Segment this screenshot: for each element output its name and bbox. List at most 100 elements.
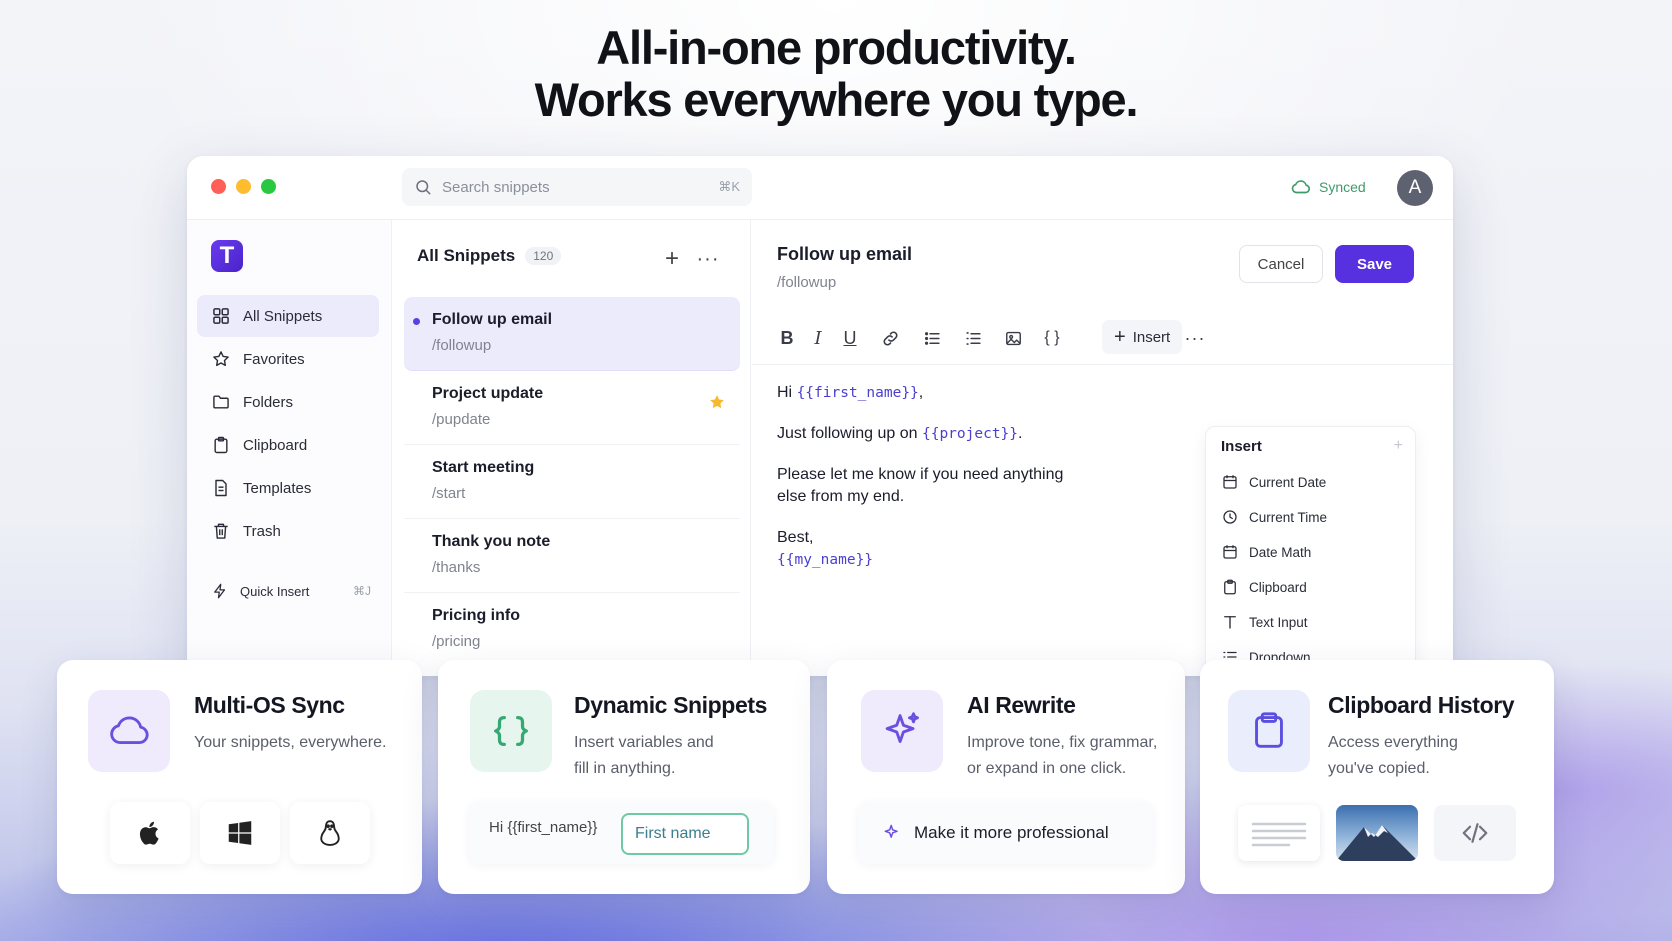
- numbered-list-icon: [965, 331, 981, 345]
- feature-description: Access everything you've copied.: [1328, 734, 1458, 777]
- editor-body[interactable]: Hi {{first_name}}, Just following up on …: [777, 382, 1167, 590]
- save-button[interactable]: Save: [1335, 245, 1414, 283]
- bullet-list-button[interactable]: [917, 323, 947, 353]
- snippet-editor: Follow up email /followup Cancel Save B …: [752, 220, 1453, 676]
- feature-description: Insert variables and fill in anything.: [574, 734, 714, 777]
- sidebar-item-templates[interactable]: Templates: [197, 467, 379, 509]
- sidebar-item-label: Folders: [243, 393, 294, 411]
- sidebar-item-clipboard[interactable]: Clipboard: [197, 424, 379, 466]
- list-item[interactable]: Project update /pupdate: [404, 371, 740, 445]
- list-item[interactable]: Thank you note /thanks: [404, 519, 740, 593]
- text-icon: [1224, 616, 1236, 629]
- title-bar: Search snippets ⌘K Synced A: [187, 156, 1453, 220]
- first-name-input[interactable]: First name: [621, 813, 749, 855]
- sidebar-item-label: Trash: [243, 522, 281, 540]
- folder-icon: [213, 395, 229, 409]
- quick-insert-label: Quick Insert: [240, 583, 310, 599]
- sidebar-item-label: All Snippets: [243, 307, 323, 325]
- image-icon: [1005, 331, 1021, 345]
- snippet-list: All Snippets 120 + ··· Follow up email /…: [393, 220, 751, 676]
- clipboard-icon: [1224, 579, 1236, 595]
- clock-icon: [1223, 510, 1237, 524]
- feature-icon-box: [88, 690, 170, 772]
- snippet-name: Project update: [432, 385, 544, 402]
- clipboard-text-thumbnail[interactable]: [1238, 805, 1320, 861]
- sync-status[interactable]: Synced: [1290, 176, 1366, 198]
- cloud-icon: [1291, 180, 1311, 194]
- insert-option-text-input[interactable]: Text Input: [1221, 613, 1308, 631]
- list-item[interactable]: Follow up email /followup: [404, 297, 740, 371]
- snippet-count-badge: 120: [525, 247, 562, 265]
- list-more-button[interactable]: ···: [693, 244, 723, 274]
- active-indicator: [413, 318, 420, 325]
- code-icon: [1462, 823, 1488, 843]
- snippet-name: Thank you note: [432, 533, 551, 550]
- minimize-window-button[interactable]: [236, 179, 251, 194]
- body-line-signoff: Best, {{my_name}}: [777, 529, 874, 568]
- cancel-button[interactable]: Cancel: [1239, 245, 1323, 283]
- clipboard-code-thumbnail[interactable]: [1434, 805, 1516, 861]
- rewrite-suggestion-button[interactable]: Make it more professional: [858, 802, 1153, 864]
- mountain-image-icon: [1336, 825, 1418, 861]
- avatar[interactable]: A: [1397, 170, 1433, 206]
- rewrite-suggestion-label: Make it more professional: [914, 823, 1109, 842]
- snippet-items: Follow up email /followup Project update…: [404, 297, 752, 667]
- code-button[interactable]: { }: [1037, 323, 1067, 353]
- clipboard-image-thumbnail[interactable]: [1336, 805, 1418, 861]
- feature-icon-box: [470, 690, 552, 772]
- variable-token[interactable]: {{project}}: [922, 426, 1018, 442]
- insert-button[interactable]: + Insert: [1102, 320, 1183, 354]
- headline-line-2: Works everywhere you type.: [534, 73, 1139, 126]
- insert-option-current-date[interactable]: Current Date: [1221, 473, 1326, 491]
- feature-card-dynamic-snippets: Dynamic Snippets Insert variables and fil…: [438, 660, 810, 894]
- sidebar: T All Snippets Favorites Folders Clipboa…: [187, 220, 392, 676]
- sidebar-item-folders[interactable]: Folders: [197, 381, 379, 423]
- bold-button[interactable]: B: [772, 323, 802, 353]
- sidebar-item-trash[interactable]: Trash: [197, 510, 379, 552]
- image-button[interactable]: [998, 323, 1028, 353]
- headline: All-in-one productivity. Works everywher…: [0, 22, 1672, 126]
- link-icon: [882, 330, 898, 346]
- search-placeholder: Search snippets: [442, 178, 550, 196]
- italic-button[interactable]: I: [803, 323, 833, 353]
- insert-panel-add-button[interactable]: +: [1394, 437, 1403, 455]
- underline-button[interactable]: U: [835, 323, 865, 353]
- add-snippet-button[interactable]: +: [657, 244, 687, 274]
- body-line-followup: Just following up on {{project}}.: [777, 425, 1023, 442]
- sidebar-nav: All Snippets Favorites Folders Clipboard…: [197, 295, 379, 553]
- sidebar-item-all-snippets[interactable]: All Snippets: [197, 295, 379, 337]
- snippet-name: Pricing info: [432, 607, 520, 624]
- maximize-window-button[interactable]: [261, 179, 276, 194]
- list-item[interactable]: Start meeting /start: [404, 445, 740, 519]
- snippet-shortcut: /start: [432, 485, 466, 502]
- list-item[interactable]: Pricing info /pricing: [404, 593, 740, 667]
- more-options-button[interactable]: ···: [1180, 323, 1210, 353]
- braces-icon: [494, 715, 528, 747]
- variable-demo: Hi {{first_name}} First name: [469, 802, 774, 864]
- editor-toolbar: B I U { } + Insert ···: [752, 315, 1453, 365]
- close-window-button[interactable]: [211, 179, 226, 194]
- feature-card-multi-os-sync: Multi-OS Sync Your snippets, everywhere.: [57, 660, 422, 894]
- sidebar-item-favorites[interactable]: Favorites: [197, 338, 379, 380]
- quick-insert-button[interactable]: Quick Insert ⌘J: [211, 582, 371, 600]
- variable-token[interactable]: {{my_name}}: [777, 552, 873, 568]
- insert-option-clipboard[interactable]: Clipboard: [1221, 578, 1307, 596]
- snippet-shortcut-field[interactable]: /followup: [777, 274, 836, 291]
- snippet-title-field[interactable]: Follow up email: [777, 244, 912, 265]
- feature-title: AI Rewrite: [967, 692, 1076, 718]
- star-icon[interactable]: [708, 393, 726, 411]
- link-button[interactable]: [875, 323, 905, 353]
- insert-option-date-math[interactable]: Date Math: [1221, 543, 1311, 561]
- variable-token[interactable]: {{first_name}}: [797, 385, 919, 401]
- insert-option-current-time[interactable]: Current Time: [1221, 508, 1327, 526]
- plus-icon: +: [1114, 326, 1126, 348]
- quick-insert-shortcut: ⌘J: [353, 584, 371, 598]
- feature-card-clipboard-history: Clipboard History Access everything you'v…: [1200, 660, 1554, 894]
- numbered-list-button[interactable]: [958, 323, 988, 353]
- feature-description: Improve tone, fix grammar, or expand in o…: [967, 734, 1158, 777]
- variable-demo-text: Hi {{first_name}}: [489, 819, 598, 836]
- search-shortcut: ⌘K: [718, 179, 740, 194]
- search-input[interactable]: Search snippets ⌘K: [402, 168, 752, 206]
- list-title: All Snippets: [417, 246, 516, 265]
- apple-icon: [139, 821, 159, 845]
